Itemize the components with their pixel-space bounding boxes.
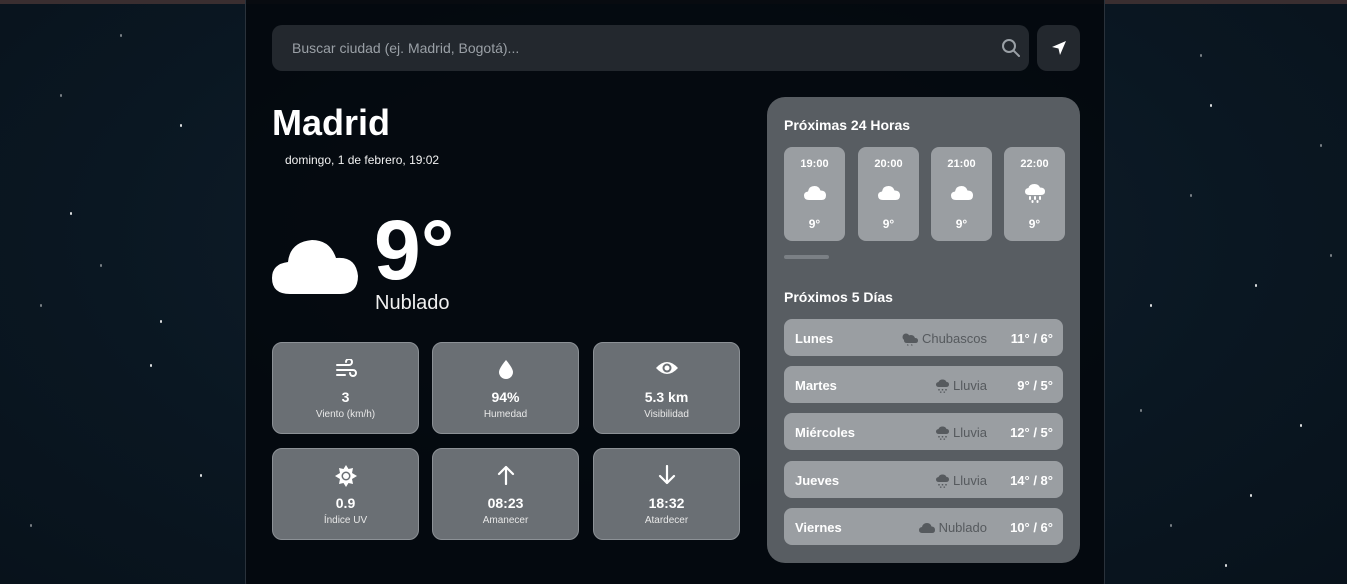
cloud-sun-rain-icon: [902, 333, 918, 346]
hour-temp: 9°: [882, 217, 895, 231]
daily-item[interactable]: Viernes Nublado 10° / 6°: [784, 508, 1063, 545]
arrow-up-icon: [497, 465, 514, 485]
eye-icon: [655, 362, 678, 374]
uv-label: Índice UV: [323, 515, 368, 526]
day-temps: 9° / 5°: [1017, 378, 1053, 393]
hourly-item[interactable]: 19:00 9°: [784, 147, 845, 241]
wind-tile: 3 Viento (km/h): [272, 342, 419, 434]
daily-item[interactable]: Jueves Lluvia 14° / 8°: [784, 461, 1063, 498]
day-name: Lunes: [795, 331, 834, 346]
sunrise-value: 08:23: [487, 495, 524, 511]
hourly-item[interactable]: 22:00 9°: [1004, 147, 1065, 241]
cloud-icon: [918, 523, 935, 533]
weather-card: Madrid domingo, 1 de febrero, 19:02 9° N…: [245, 0, 1105, 584]
sunrise-tile: 08:23 Amanecer: [432, 448, 579, 540]
humidity-value: 94%: [491, 389, 520, 405]
daily-item[interactable]: Lunes Chubascos 11° / 6°: [784, 319, 1063, 356]
hour-time: 21:00: [947, 158, 976, 170]
cloud-icon: [803, 186, 826, 200]
day-temps: 10° / 6°: [1010, 520, 1053, 535]
forecast-panel: Próximas 24 Horas 19:00 9° 20:00 9° 21:0…: [767, 97, 1080, 563]
day-temps: 12° / 5°: [1010, 425, 1053, 440]
sun-icon: [334, 465, 357, 487]
current-condition: Nublado: [375, 292, 450, 314]
cloud-rain-icon: [936, 474, 950, 488]
day-temps: 11° / 6°: [1010, 331, 1053, 346]
city-name: Madrid: [272, 102, 391, 143]
droplet-icon: [498, 360, 513, 379]
daily-title: Próximos 5 Días: [784, 289, 893, 305]
cloud-icon: [950, 186, 973, 200]
hour-temp: 9°: [955, 217, 968, 231]
wind-value: 3: [341, 389, 350, 405]
hour-temp: 9°: [1028, 217, 1041, 231]
day-name: Jueves: [795, 473, 840, 488]
humidity-label: Humedad: [483, 409, 528, 420]
day-name: Martes: [795, 378, 837, 393]
wind-icon: [335, 359, 357, 377]
cloud-rain-icon: [936, 426, 950, 440]
arrow-down-icon: [658, 465, 675, 485]
visibility-tile: 5.3 km Visibilidad: [593, 342, 740, 434]
hourly-item[interactable]: 21:00 9°: [931, 147, 992, 241]
uv-tile: 0.9 Índice UV: [272, 448, 419, 540]
sunset-label: Atardecer: [644, 515, 689, 526]
daily-item[interactable]: Martes Lluvia 9° / 5°: [784, 366, 1063, 403]
hour-temp: 9°: [808, 217, 821, 231]
humidity-tile: 94% Humedad: [432, 342, 579, 434]
day-condition: Lluvia: [953, 378, 987, 393]
sunset-tile: 18:32 Atardecer: [593, 448, 740, 540]
day-condition: Chubascos: [921, 331, 987, 346]
daily-item[interactable]: Miércoles Lluvia 12° / 5°: [784, 413, 1063, 450]
day-name: Viernes: [795, 520, 842, 535]
day-temps: 14° / 8°: [1010, 473, 1053, 488]
sunrise-label: Amanecer: [482, 515, 529, 526]
current-date: domingo, 1 de febrero, 19:02: [285, 153, 440, 167]
sunset-value: 18:32: [648, 495, 685, 511]
cloud-icon: [877, 186, 900, 200]
cloud-rain-icon: [936, 379, 950, 393]
hourly-item[interactable]: 20:00 9°: [858, 147, 919, 241]
location-button[interactable]: [1037, 25, 1080, 71]
search-icon[interactable]: [1001, 38, 1021, 58]
day-condition: Lluvia: [953, 425, 987, 440]
location-arrow-icon: [1051, 41, 1066, 55]
hour-time: 20:00: [874, 158, 903, 170]
hourly-title: Próximas 24 Horas: [784, 117, 911, 133]
day-name: Miércoles: [795, 425, 855, 440]
cloud-icon: [272, 240, 358, 294]
visibility-value: 5.3 km: [644, 389, 689, 405]
current-temperature: 9°: [374, 203, 455, 297]
day-condition: Lluvia: [953, 473, 987, 488]
search-input[interactable]: [272, 25, 1029, 71]
uv-value: 0.9: [335, 495, 356, 511]
wind-label: Viento (km/h): [315, 409, 376, 420]
day-condition: Nublado: [938, 520, 987, 535]
cloud-rain-icon: [1024, 184, 1045, 203]
hour-time: 19:00: [800, 158, 829, 170]
visibility-label: Visibilidad: [644, 409, 689, 420]
hour-time: 22:00: [1020, 158, 1049, 170]
hourly-scrollbar[interactable]: [784, 255, 829, 259]
